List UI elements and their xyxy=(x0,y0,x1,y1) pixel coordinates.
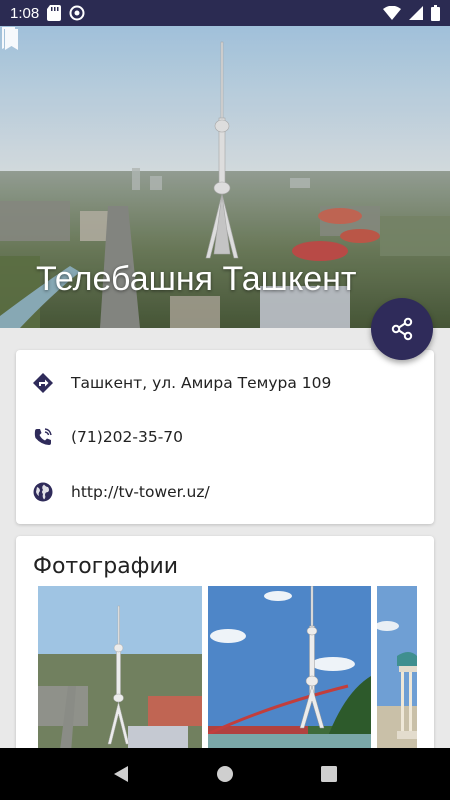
phone-icon xyxy=(34,428,52,445)
page-title: Телебашня Ташкент xyxy=(36,260,357,298)
share-button[interactable] xyxy=(371,298,433,360)
home-icon[interactable] xyxy=(216,765,234,783)
back-icon[interactable] xyxy=(113,765,129,783)
directions-icon xyxy=(33,373,53,393)
info-card: Ташкент, ул. Амира Темура 109 (71)202-35… xyxy=(16,350,434,524)
photo-thumbnail[interactable] xyxy=(208,586,371,766)
photos-section-title: Фотографии xyxy=(33,554,179,579)
monument-thumbnail xyxy=(377,586,417,766)
globe-icon xyxy=(33,482,53,502)
tower-aerial-thumbnail xyxy=(38,586,202,766)
battery-icon xyxy=(431,5,440,21)
photo-thumbnail[interactable] xyxy=(38,586,202,766)
website-link[interactable]: http://tv-tower.uz/ xyxy=(71,483,210,501)
status-time: 1:08 xyxy=(10,4,40,22)
system-navigation-bar xyxy=(0,748,450,800)
bookmark-icon[interactable] xyxy=(0,26,22,52)
photo-thumbnail[interactable] xyxy=(377,586,417,766)
data-saver-icon xyxy=(69,5,85,21)
share-icon xyxy=(391,317,413,341)
recents-icon[interactable] xyxy=(320,766,337,782)
tower-ground-thumbnail xyxy=(208,586,371,766)
status-bar: 1:08 xyxy=(0,0,450,26)
phone-text: (71)202-35-70 xyxy=(71,428,184,446)
website-row[interactable]: http://tv-tower.uz/ xyxy=(16,472,434,512)
hero-image: Телебашня Ташкент xyxy=(0,26,450,328)
signal-icon xyxy=(409,6,423,20)
address-row[interactable]: Ташкент, ул. Амира Темура 109 xyxy=(16,363,434,403)
photos-card: Фотографии xyxy=(16,536,434,766)
wifi-icon xyxy=(383,6,401,20)
address-text: Ташкент, ул. Амира Темура 109 xyxy=(71,374,332,392)
sd-card-icon xyxy=(47,5,62,21)
phone-row[interactable]: (71)202-35-70 xyxy=(16,417,434,457)
